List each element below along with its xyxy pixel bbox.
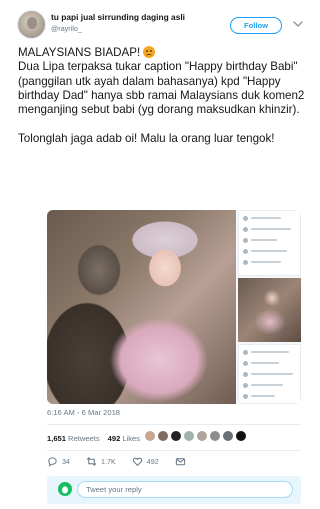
likes-label: Likes (122, 433, 141, 443)
liker-avatar[interactable] (157, 430, 169, 442)
liker-avatar[interactable] (144, 430, 156, 442)
tweet-media[interactable] (47, 210, 301, 404)
retweets-count: 1,651 (47, 433, 67, 443)
tweet-text-headline: MALAYSIANS BIADAP! (18, 46, 144, 59)
retweet-button[interactable]: 1.7K (86, 456, 116, 467)
tweet-text: MALAYSIANS BIADAP! Dua Lipa terpaksa tuk… (18, 46, 306, 146)
tweet-stats: 1,651 Retweets 492 Likes (47, 430, 148, 446)
author-avatar[interactable] (17, 10, 46, 39)
reply-button[interactable]: 34 (47, 456, 70, 467)
direct-message-button[interactable] (175, 456, 190, 467)
liker-avatar[interactable] (209, 430, 221, 442)
reply-icon (48, 456, 57, 467)
author-display-name[interactable]: tu papi jual sirrunding daging asli (51, 12, 185, 22)
tweet-text-body: Dua Lipa terpaksa tukar caption "Happy b… (18, 60, 305, 145)
angry-face-icon (143, 46, 156, 58)
retweets-label: Retweets (68, 433, 100, 443)
likes-count: 492 (107, 433, 121, 443)
liker-avatar[interactable] (222, 430, 234, 442)
liker-avatar[interactable] (170, 430, 182, 442)
reply-input[interactable] (77, 481, 293, 498)
envelope-icon (175, 457, 185, 465)
photo-comments-screenshot-bottom[interactable] (238, 344, 301, 404)
like-button[interactable]: 492 (132, 456, 159, 467)
retweet-icon (86, 456, 97, 466)
photo-father-and-baby[interactable] (47, 210, 236, 404)
reply-count: 34 (62, 456, 70, 466)
heart-icon (132, 457, 142, 466)
photo-father-and-baby-small[interactable] (238, 278, 301, 342)
divider (47, 424, 301, 425)
tweet-header: tu papi jual sirrunding daging asli @ray… (17, 8, 307, 42)
tweet-timestamp[interactable]: 6:16 AM - 6 Mar 2018 (47, 408, 120, 417)
follow-button[interactable]: Follow (230, 17, 282, 34)
author-username[interactable]: @rayrilo_ (51, 24, 82, 33)
liker-avatars (144, 430, 248, 444)
egg-avatar-icon (62, 485, 68, 494)
tweet-actions: 34 1.7K 492 (47, 454, 206, 468)
reply-composer (47, 476, 301, 504)
liker-avatar[interactable] (196, 430, 208, 442)
retweet-count: 1.7K (101, 456, 116, 466)
chevron-down-icon[interactable] (293, 20, 303, 28)
likes-stat[interactable]: 492 Likes (108, 434, 140, 443)
liker-avatar[interactable] (235, 430, 247, 442)
retweets-stat[interactable]: 1,651 Retweets (47, 434, 100, 443)
photo-comments-screenshot-top[interactable] (238, 210, 301, 276)
liker-avatar[interactable] (183, 430, 195, 442)
current-user-avatar (58, 482, 72, 496)
divider (47, 450, 301, 451)
like-count: 492 (146, 456, 159, 466)
